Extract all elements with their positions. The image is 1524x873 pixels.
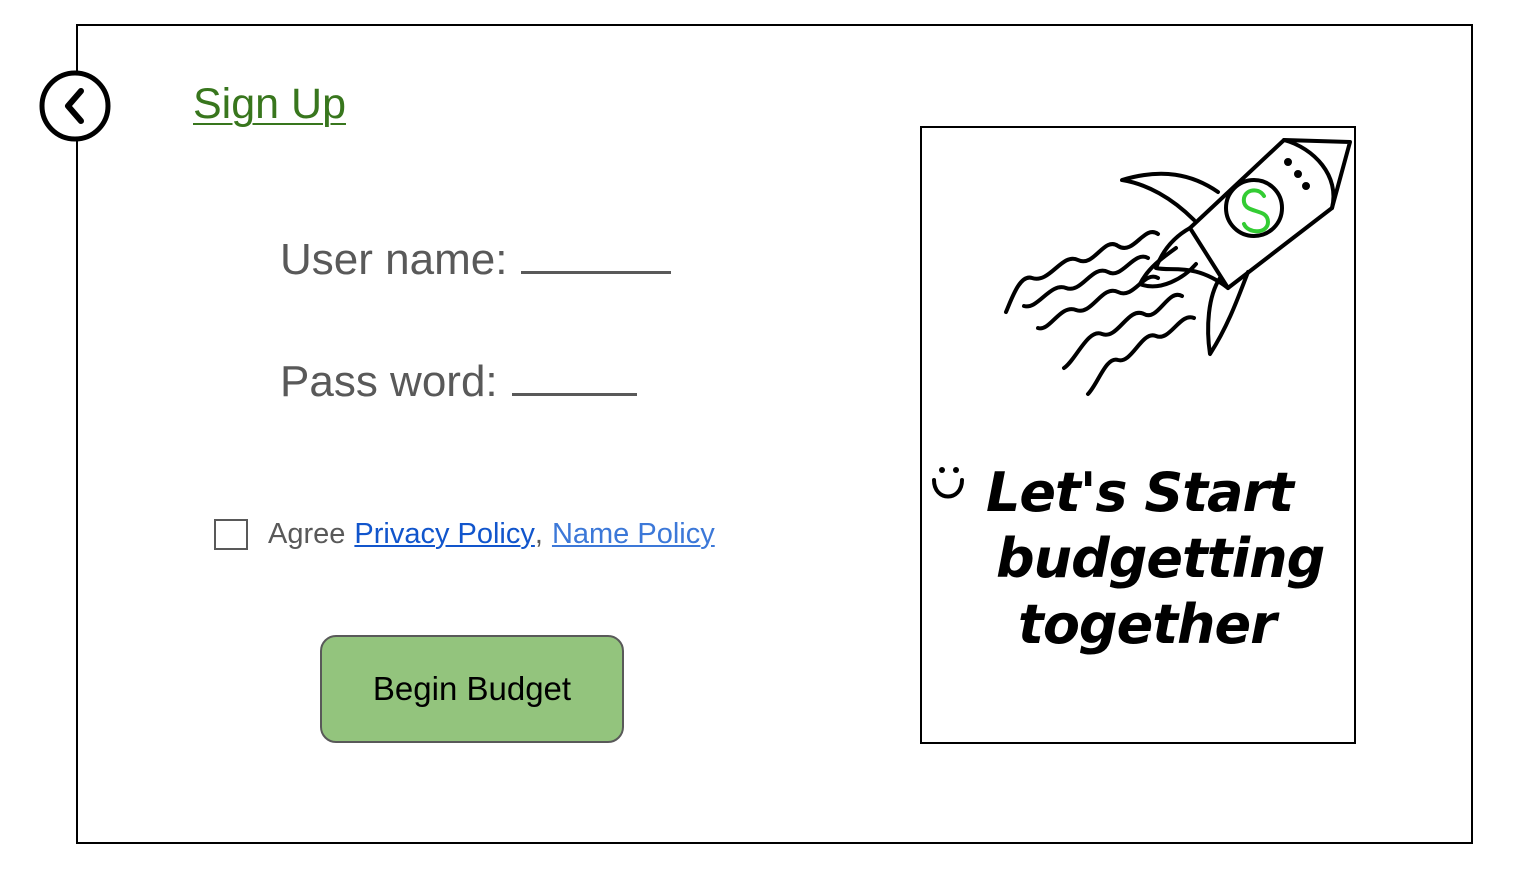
welcome-poster: Let's Start budgetting together <box>920 126 1356 744</box>
agree-label: Agree <box>268 517 346 550</box>
poster-line-3: together <box>922 467 1354 658</box>
agree-checkbox[interactable] <box>214 518 248 550</box>
password-input[interactable] <box>511 383 637 396</box>
back-button[interactable] <box>38 69 112 143</box>
poster-text: Let's Start budgetting together <box>922 460 1354 658</box>
username-field: User name: <box>280 235 672 285</box>
poster-line-2: budgetting <box>996 527 1325 590</box>
password-label: Pass word: <box>280 357 498 406</box>
username-input[interactable] <box>521 261 672 274</box>
smiley-icon <box>932 467 964 499</box>
name-policy-link[interactable]: Name Policy <box>552 518 715 551</box>
poster-line-3-text: together <box>1018 593 1277 656</box>
link-separator: , <box>534 517 543 550</box>
agree-row: Agree Privacy Policy, Name Policy <box>214 517 715 551</box>
rocket-dollar-icon <box>1004 138 1352 396</box>
page-title[interactable]: Sign Up <box>193 80 346 129</box>
password-field: Pass word: <box>280 357 637 407</box>
username-label: User name: <box>280 235 508 284</box>
poster-line-1: Let's Start <box>986 461 1294 524</box>
chevron-left-circle-icon <box>39 70 111 142</box>
begin-budget-button[interactable]: Begin Budget <box>320 635 624 743</box>
privacy-policy-link[interactable]: Privacy Policy <box>354 518 535 551</box>
